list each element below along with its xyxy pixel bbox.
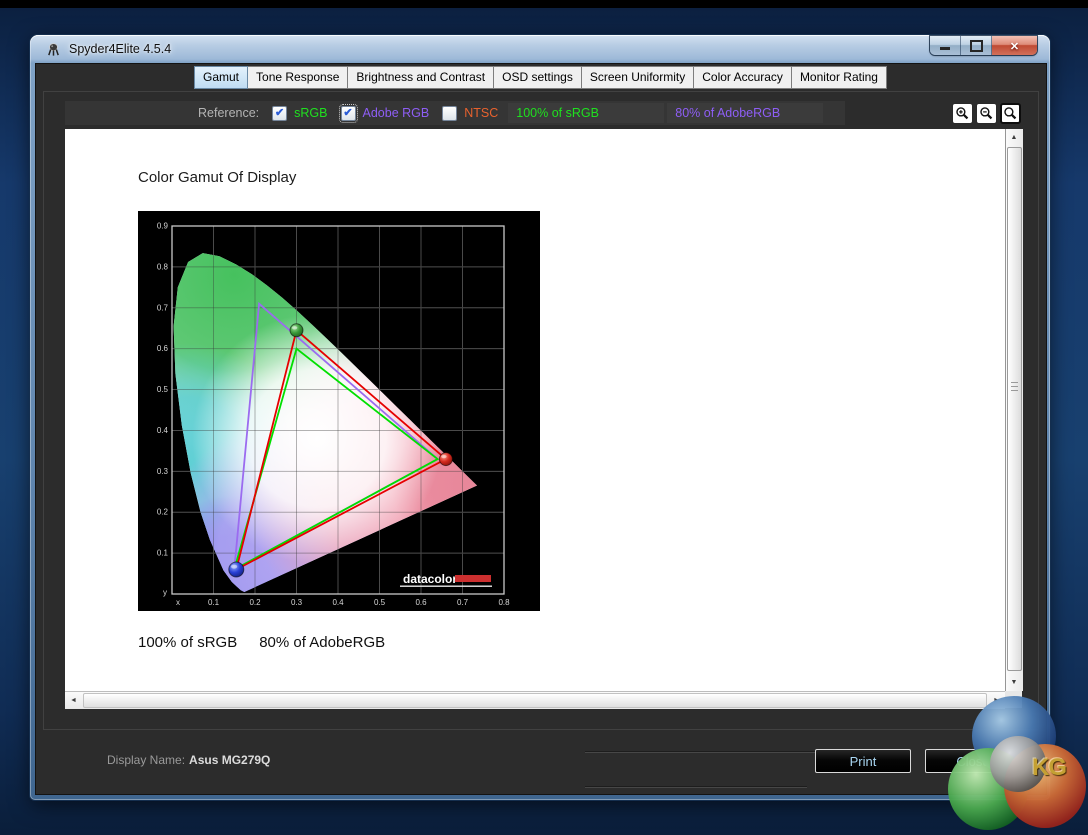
svg-text:0.5: 0.5	[157, 385, 169, 394]
zoom-reset-button[interactable]	[1000, 103, 1021, 124]
tab-screen-uniformity[interactable]: Screen Uniformity	[581, 66, 694, 89]
svg-text:0.6: 0.6	[157, 344, 169, 353]
tab-tone-response[interactable]: Tone Response	[247, 66, 348, 89]
svg-text:0.5: 0.5	[374, 598, 386, 607]
svg-text:datacolor: datacolor	[403, 572, 457, 586]
kitguru-watermark: KG	[946, 696, 1088, 835]
tab-gamut[interactable]: Gamut	[194, 66, 248, 89]
desktop-top-strip	[0, 0, 1088, 8]
gamut-result-field: 80% of AdobeRGB	[667, 103, 823, 123]
svg-text:y: y	[163, 588, 167, 597]
report-canvas: Color Gamut Of Display 0.10.20.30.40.50.…	[65, 129, 1005, 691]
summary-srgb: 100% of sRGB	[138, 634, 237, 651]
zoom-reset-icon	[1003, 106, 1018, 121]
checkbox-ntsc[interactable]	[442, 106, 457, 121]
cie-chromaticity-chart: 0.1 0.2 0.3 0.4 0.5 0.6 0.7 0.8 0.1 0.2 0.3 0.4 0.5 0…	[138, 211, 540, 611]
window-body: GamutTone ResponseBrightness and Contras…	[35, 63, 1047, 795]
svg-text:0.8: 0.8	[498, 598, 510, 607]
svg-text:0.4: 0.4	[332, 598, 344, 607]
reference-options: sRGB Adobe RGB NTSC	[259, 106, 498, 121]
footer-groove-line	[585, 751, 815, 752]
reference-option-adobe-rgb: Adobe RGB	[341, 106, 430, 121]
scrollbar-grip	[1011, 382, 1018, 391]
minimize-icon	[940, 47, 950, 50]
svg-text:0.2: 0.2	[157, 508, 169, 517]
reference-results: 100% of sRGB80% of AdobeRGB	[508, 103, 823, 123]
gamut-summary: 100% of sRGB 80% of AdobeRGB	[138, 634, 385, 651]
svg-text:0.1: 0.1	[208, 598, 220, 607]
maximize-icon	[970, 40, 983, 52]
svg-text:0.7: 0.7	[157, 303, 169, 312]
svg-text:0.3: 0.3	[291, 598, 303, 607]
horizontal-scrollbar[interactable]	[65, 691, 1005, 709]
vertical-scrollbar-thumb[interactable]	[1007, 147, 1022, 671]
reference-option-srgb: sRGB	[272, 106, 327, 121]
zoom-in-icon	[955, 106, 970, 121]
scroll-up-icon[interactable]	[1006, 129, 1022, 146]
reference-option-ntsc: NTSC	[442, 106, 498, 121]
spyder-app-icon	[46, 42, 61, 57]
tab-monitor-rating[interactable]: Monitor Rating	[791, 66, 887, 89]
desktop: Spyder4Elite 4.5.4 GamutTone ResponseBri…	[0, 0, 1088, 835]
svg-text:0.8: 0.8	[157, 262, 169, 271]
footer-groove-line	[585, 786, 807, 787]
display-name: Display Name: Asus MG279Q	[107, 753, 270, 767]
window-title: Spyder4Elite 4.5.4	[69, 42, 171, 56]
window-titlebar[interactable]: Spyder4Elite 4.5.4	[30, 35, 1050, 63]
tab-color-accuracy[interactable]: Color Accuracy	[693, 66, 792, 89]
gamut-result-field: 100% of sRGB	[508, 103, 664, 123]
tab-bar: GamutTone ResponseBrightness and Contras…	[36, 66, 1046, 89]
tab-brightness-and-contrast[interactable]: Brightness and Contrast	[347, 66, 494, 89]
tab-osd-settings[interactable]: OSD settings	[493, 66, 582, 89]
reference-option-label: NTSC	[464, 106, 498, 120]
window-controls	[930, 36, 1037, 55]
svg-text:0.2: 0.2	[249, 598, 261, 607]
maximize-button[interactable]	[961, 36, 992, 55]
app-window: Spyder4Elite 4.5.4 GamutTone ResponseBri…	[30, 35, 1050, 800]
svg-text:0.6: 0.6	[415, 598, 427, 607]
display-name-label: Display Name:	[107, 753, 185, 767]
reference-option-label: Adobe RGB	[363, 106, 430, 120]
svg-text:0.9: 0.9	[157, 222, 169, 231]
zoom-toolbar	[952, 103, 1021, 124]
checkbox-srgb[interactable]	[272, 106, 287, 121]
svg-text:0.4: 0.4	[157, 426, 169, 435]
zoom-out-button[interactable]	[976, 103, 997, 124]
scroll-left-icon[interactable]	[65, 692, 82, 708]
kitguru-kg-text: KG	[1032, 754, 1066, 782]
scroll-down-icon[interactable]	[1006, 674, 1022, 691]
svg-text:0.3: 0.3	[157, 467, 169, 476]
display-name-value: Asus MG279Q	[189, 753, 270, 767]
zoom-out-icon	[979, 106, 994, 121]
close-icon	[1010, 37, 1019, 55]
reference-label: Reference:	[198, 106, 259, 120]
report-heading: Color Gamut Of Display	[138, 169, 296, 186]
close-window-button[interactable]	[992, 36, 1037, 55]
checkbox-adobe-rgb[interactable]	[341, 106, 356, 121]
svg-text:0.7: 0.7	[457, 598, 469, 607]
minimize-button[interactable]	[930, 36, 961, 55]
horizontal-scrollbar-thumb[interactable]	[83, 693, 987, 708]
summary-adobergb: 80% of AdobeRGB	[259, 634, 385, 651]
vertical-scrollbar[interactable]	[1005, 129, 1023, 691]
svg-text:0.1: 0.1	[157, 549, 169, 558]
svg-text:x: x	[176, 598, 180, 607]
print-button[interactable]: Print	[815, 749, 911, 773]
reference-option-label: sRGB	[294, 106, 327, 120]
reference-bar: Reference: sRGB Adobe RGB NTSC 100% of sRG…	[65, 101, 845, 125]
zoom-in-button[interactable]	[952, 103, 973, 124]
